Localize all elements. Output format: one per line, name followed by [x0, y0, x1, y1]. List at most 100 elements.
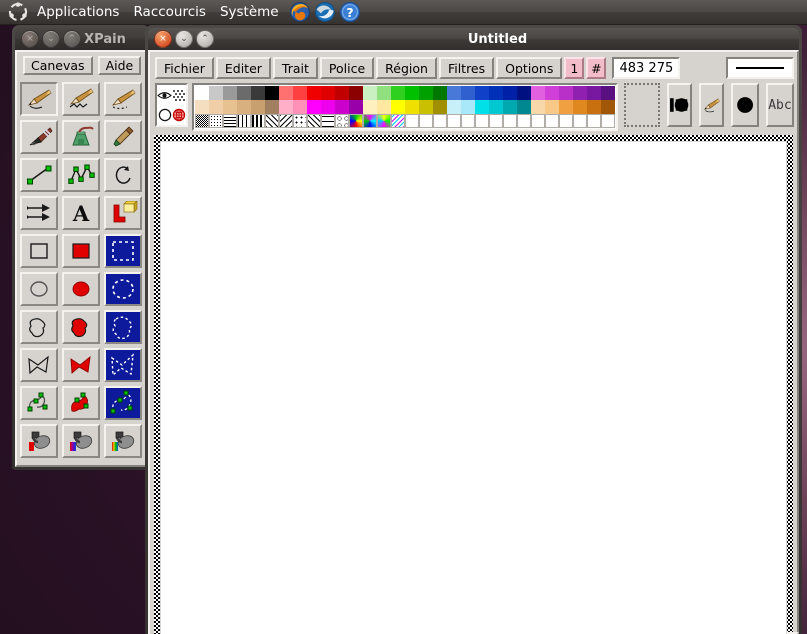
color-swatch-1-11[interactable]	[349, 86, 363, 100]
menu-region[interactable]: Région	[376, 57, 437, 79]
pattern-swatch-0[interactable]	[195, 114, 209, 128]
panel-menu-raccourcis[interactable]: Raccourcis	[126, 2, 212, 23]
color-swatch-1-2[interactable]	[223, 86, 237, 100]
pattern-swatch-28[interactable]	[587, 114, 601, 128]
spline-select-tool[interactable]	[104, 386, 142, 420]
color-swatch-1-10[interactable]	[335, 86, 349, 100]
pattern-swatch-3[interactable]	[237, 114, 251, 128]
color-swatch-2-29[interactable]	[601, 100, 615, 114]
toolbox-maximize-icon[interactable]: ⌃	[63, 30, 81, 48]
grid-button[interactable]: #	[586, 57, 607, 79]
line-width-preview[interactable]	[726, 57, 794, 79]
fill-gradient-tool[interactable]	[62, 424, 100, 458]
color-swatch-2-3[interactable]	[237, 100, 251, 114]
color-swatch-2-4[interactable]	[251, 100, 265, 114]
menu-police[interactable]: Police	[319, 57, 375, 79]
pattern-swatch-22[interactable]	[503, 114, 517, 128]
color-swatch-2-6[interactable]	[279, 100, 293, 114]
pattern-swatch-19[interactable]	[461, 114, 475, 128]
color-swatch-2-11[interactable]	[349, 100, 363, 114]
aide-button[interactable]: Aide	[97, 56, 142, 75]
pattern-swatch-2[interactable]	[223, 114, 237, 128]
paintbrush-tool[interactable]	[20, 120, 58, 154]
dot-preview[interactable]	[730, 83, 759, 127]
move-tool[interactable]	[20, 196, 58, 230]
arc-tool[interactable]	[104, 158, 142, 192]
rect-select-tool[interactable]	[104, 234, 142, 268]
color-swatch-1-16[interactable]	[419, 86, 433, 100]
color-swatch-2-22[interactable]	[503, 100, 517, 114]
color-swatch-1-4[interactable]	[251, 86, 265, 100]
airbrush-tool[interactable]	[62, 120, 100, 154]
pattern-swatch-6[interactable]	[279, 114, 293, 128]
color-swatch-1-24[interactable]	[531, 86, 545, 100]
color-swatch-1-27[interactable]	[573, 86, 587, 100]
text-tool[interactable]: A	[62, 196, 100, 230]
pattern-swatch-1[interactable]	[209, 114, 223, 128]
thunderbird-icon[interactable]	[314, 1, 336, 23]
pencil-dotted-tool[interactable]	[104, 82, 142, 116]
color-swatch-1-12[interactable]	[363, 86, 377, 100]
color-swatch-2-0[interactable]	[195, 100, 209, 114]
firefox-icon[interactable]	[289, 1, 311, 23]
pattern-swatch-9[interactable]	[321, 114, 335, 128]
color-swatch-2-14[interactable]	[391, 100, 405, 114]
color-swatch-2-7[interactable]	[293, 100, 307, 114]
mainwin-close-icon[interactable]: ×	[154, 30, 172, 48]
pattern-swatch-5[interactable]	[265, 114, 279, 128]
color-swatch-1-25[interactable]	[545, 86, 559, 100]
pattern-swatch-18[interactable]	[447, 114, 461, 128]
color-swatch-1-29[interactable]	[601, 86, 615, 100]
pencil-tool[interactable]	[20, 82, 58, 116]
pattern-swatch-25[interactable]	[545, 114, 559, 128]
polygon-select-tool[interactable]	[104, 348, 142, 382]
color-swatch-2-25[interactable]	[545, 100, 559, 114]
color-swatch-2-1[interactable]	[209, 100, 223, 114]
color-swatch-2-23[interactable]	[517, 100, 531, 114]
color-swatch-1-23[interactable]	[517, 86, 531, 100]
color-swatch-1-0[interactable]	[195, 86, 209, 100]
rect-filled-tool[interactable]	[62, 234, 100, 268]
halftone-icon[interactable]	[172, 85, 186, 105]
drawing-canvas[interactable]	[160, 141, 787, 634]
color-swatch-2-19[interactable]	[461, 100, 475, 114]
text-preview[interactable]: Abc	[765, 83, 795, 127]
pattern-swatch-7[interactable]	[293, 114, 307, 128]
clipboard-preview[interactable]	[624, 83, 660, 127]
color-swatch-2-28[interactable]	[587, 100, 601, 114]
color-swatch-1-6[interactable]	[279, 86, 293, 100]
color-swatch-1-19[interactable]	[461, 86, 475, 100]
color-swatch-2-13[interactable]	[377, 100, 391, 114]
canevas-button[interactable]: Canevas	[23, 56, 93, 75]
color-swatch-1-20[interactable]	[475, 86, 489, 100]
menu-filtres[interactable]: Filtres	[438, 57, 495, 79]
eye-icon[interactable]	[157, 85, 172, 105]
color-swatch-1-17[interactable]	[433, 86, 447, 100]
polygon-filled-tool[interactable]	[62, 348, 100, 382]
freehand-select-tool[interactable]	[104, 310, 142, 344]
circle-icon[interactable]	[157, 105, 172, 125]
eyedropper-tool[interactable]	[104, 120, 142, 154]
pattern-swatch-12[interactable]	[363, 114, 377, 128]
freehand-outline-tool[interactable]	[20, 310, 58, 344]
mainwin-minimize-icon[interactable]: ⌄	[175, 30, 193, 48]
color-swatch-1-9[interactable]	[321, 86, 335, 100]
text3d-tool[interactable]	[104, 196, 142, 230]
pattern-swatch-24[interactable]	[531, 114, 545, 128]
color-swatch-2-24[interactable]	[531, 100, 545, 114]
color-swatch-2-20[interactable]	[475, 100, 489, 114]
pattern-swatch-20[interactable]	[475, 114, 489, 128]
color-swatch-1-5[interactable]	[265, 86, 279, 100]
pattern-swatch-13[interactable]	[377, 114, 391, 128]
color-swatch-2-5[interactable]	[265, 100, 279, 114]
color-swatch-2-21[interactable]	[489, 100, 503, 114]
help-icon[interactable]: ?	[339, 1, 361, 23]
color-swatch-1-3[interactable]	[237, 86, 251, 100]
mainwin-titlebar[interactable]: × ⌄ ⌃ Untitled	[148, 28, 799, 50]
color-swatch-1-22[interactable]	[503, 86, 517, 100]
color-swatch-1-7[interactable]	[293, 86, 307, 100]
pattern-swatch-8[interactable]	[307, 114, 321, 128]
spline-filled-tool[interactable]	[62, 386, 100, 420]
color-swatch-2-2[interactable]	[223, 100, 237, 114]
color-swatch-2-17[interactable]	[433, 100, 447, 114]
